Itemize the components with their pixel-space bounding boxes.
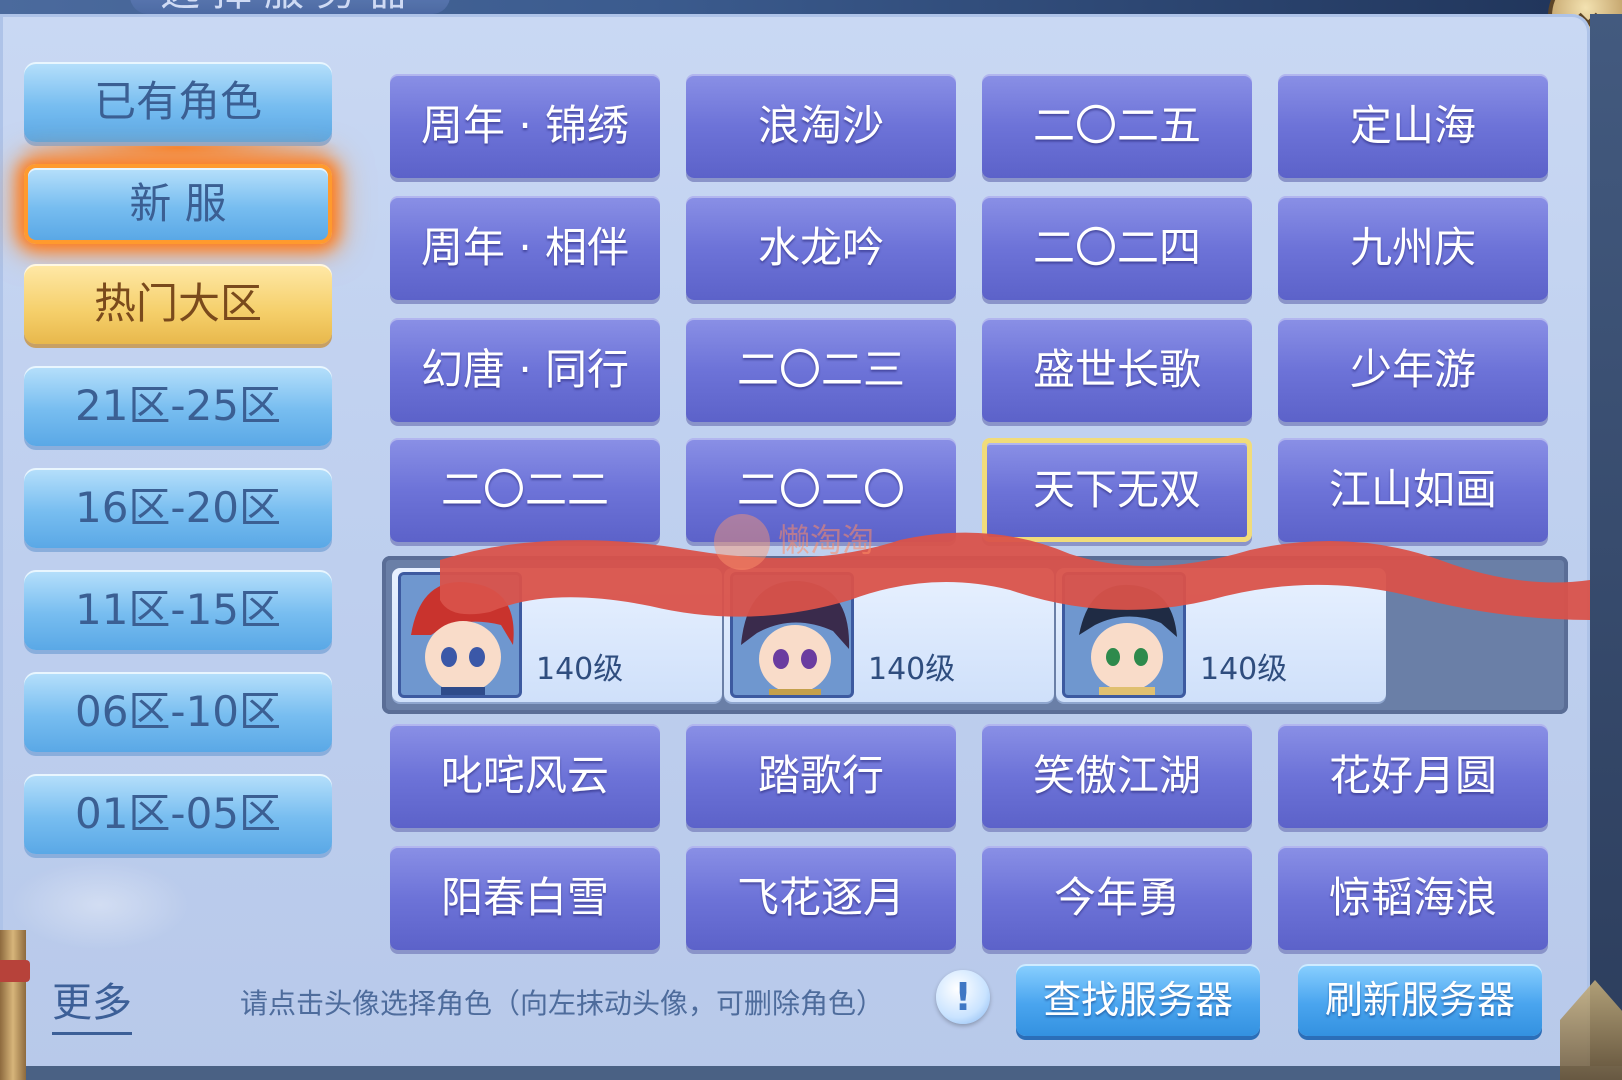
character-card[interactable]: 140级 <box>1056 568 1386 702</box>
info-icon[interactable]: ! <box>936 970 990 1024</box>
right-background-strip <box>1590 14 1622 1080</box>
character-avatar[interactable] <box>1062 572 1186 698</box>
hint-text: 请点击头像选择角色（向左抹动头像，可删除角色） <box>240 987 885 1020</box>
server-button[interactable]: 水龙吟 <box>686 196 956 300</box>
tab-hot-zone[interactable]: 热门大区 <box>24 264 332 344</box>
server-select-screen: 选择服务器 ✕ 已有角色 新 服 热门大区 21区-25区 16区-20区 11… <box>0 0 1622 1080</box>
cloud-decoration <box>10 860 190 950</box>
server-button[interactable]: 今年勇 <box>982 846 1252 950</box>
tab-existing-characters[interactable]: 已有角色 <box>24 62 332 142</box>
server-button[interactable]: 二〇二四 <box>982 196 1252 300</box>
refresh-server-button[interactable]: 刷新服务器 <box>1298 964 1542 1036</box>
server-button[interactable]: 江山如画 <box>1278 438 1548 542</box>
character-card[interactable]: 140级 <box>392 568 722 702</box>
character-strip: 140级 140级 140级 <box>382 556 1568 714</box>
tab-zone-16-20[interactable]: 16区-20区 <box>24 468 332 548</box>
server-button[interactable]: 九州庆 <box>1278 196 1548 300</box>
server-button[interactable]: 惊韬海浪 <box>1278 846 1548 950</box>
server-button[interactable]: 盛世长歌 <box>982 318 1252 422</box>
server-button[interactable]: 二〇二二 <box>390 438 660 542</box>
server-button[interactable]: 笑傲江湖 <box>982 724 1252 828</box>
bottom-background-strip <box>0 1066 1622 1080</box>
find-server-button[interactable]: 查找服务器 <box>1016 964 1260 1036</box>
server-button[interactable]: 幻唐 · 同行 <box>390 318 660 422</box>
tab-zone-11-15[interactable]: 11区-15区 <box>24 570 332 650</box>
tab-new-server[interactable]: 新 服 <box>24 164 332 244</box>
server-button[interactable]: 周年 · 锦绣 <box>390 74 660 178</box>
window-title: 选择服务器 <box>130 0 450 14</box>
server-button[interactable]: 叱咤风云 <box>390 724 660 828</box>
character-level: 140级 <box>868 652 956 687</box>
character-avatar[interactable] <box>398 572 522 698</box>
pole-decoration <box>0 930 30 1080</box>
server-button[interactable]: 二〇二〇 <box>686 438 956 542</box>
server-button-selected[interactable]: 天下无双 <box>982 438 1252 542</box>
server-button[interactable]: 定山海 <box>1278 74 1548 178</box>
character-avatar[interactable] <box>730 572 854 698</box>
server-button[interactable]: 二〇二三 <box>686 318 956 422</box>
character-card[interactable]: 140级 <box>724 568 1054 702</box>
server-button[interactable]: 周年 · 相伴 <box>390 196 660 300</box>
character-level: 140级 <box>536 652 624 687</box>
server-button[interactable]: 浪淘沙 <box>686 74 956 178</box>
server-button[interactable]: 阳春白雪 <box>390 846 660 950</box>
server-button[interactable]: 花好月圆 <box>1278 724 1548 828</box>
tab-zone-06-10[interactable]: 06区-10区 <box>24 672 332 752</box>
character-level: 140级 <box>1200 652 1288 687</box>
server-button[interactable]: 少年游 <box>1278 318 1548 422</box>
server-button[interactable]: 踏歌行 <box>686 724 956 828</box>
server-button[interactable]: 二〇二五 <box>982 74 1252 178</box>
tab-zone-21-25[interactable]: 21区-25区 <box>24 366 332 446</box>
tab-zone-01-05[interactable]: 01区-05区 <box>24 774 332 854</box>
more-link[interactable]: 更多 <box>52 970 132 1035</box>
server-button[interactable]: 飞花逐月 <box>686 846 956 950</box>
